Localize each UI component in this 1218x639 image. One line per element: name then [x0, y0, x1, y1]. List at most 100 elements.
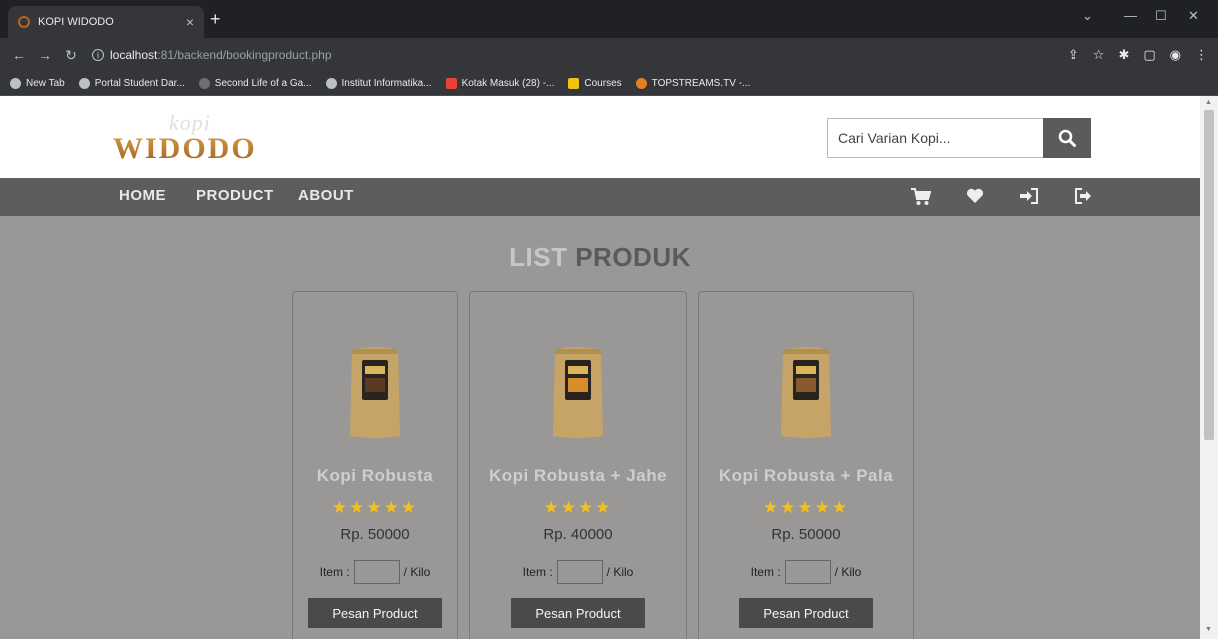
login-icon[interactable] [1019, 188, 1039, 204]
quantity-label: Item : [522, 565, 553, 579]
tab-search-icon[interactable]: ⌄ [1082, 8, 1093, 24]
logo-widodo-text: WIDODO [113, 132, 257, 165]
tab-close-icon[interactable]: × [186, 14, 194, 30]
address-bar: ← → ↻ i localhost:81/backend/bookingprod… [0, 38, 1218, 72]
bookmark-item[interactable]: Portal Student Dar... [78, 78, 185, 89]
rating-stars: ★★★★★ [762, 498, 850, 517]
bookmark-label: Portal Student Dar... [94, 78, 185, 89]
url-path: :81/backend/bookingproduct.php [157, 48, 332, 62]
logout-icon[interactable] [1074, 188, 1094, 204]
product-price: Rp. 40000 [543, 526, 613, 543]
classroom-icon [568, 78, 580, 89]
quantity-row: Item : / Kilo [699, 560, 913, 584]
bookmark-label: Kotak Masuk (28) -... [461, 78, 555, 89]
product-name: Kopi Robusta + Jahe [488, 466, 668, 485]
site-info-icon[interactable]: i [92, 49, 104, 61]
quantity-input[interactable] [556, 560, 603, 584]
product-price: Rp. 50000 [771, 526, 841, 543]
bookmarks-bar: New Tab Portal Student Dar... Second Lif… [0, 72, 1218, 96]
product-card: Kopi Robusta + Jahe ★★★★ Rp. 40000 Item … [469, 291, 687, 639]
search-button[interactable] [1043, 118, 1091, 158]
browser-tab-bar: KOPI WIDODO × + ⌄ — ☐ ✕ [0, 0, 1218, 38]
site-logo[interactable]: kopi WIDODO [113, 110, 273, 166]
profile-icon[interactable]: ◉ [1170, 47, 1181, 63]
extensions-icon[interactable]: ✱ [1118, 47, 1129, 63]
search-icon [1058, 129, 1076, 147]
quantity-input[interactable] [784, 560, 831, 584]
forward-icon[interactable]: → [38, 47, 52, 63]
quantity-label: Item : [319, 565, 350, 579]
order-product-button[interactable]: Pesan Product [739, 598, 873, 628]
unit-label: / Kilo [403, 565, 431, 579]
product-card: Kopi Robusta + Pala ★★★★★ Rp. 50000 Item… [698, 291, 914, 639]
page-scrollbar[interactable]: ▲ ▼ [1200, 96, 1218, 639]
unit-label: / Kilo [834, 565, 862, 579]
product-card: Kopi Robusta ★★★★★ Rp. 50000 Item : / Ki… [292, 291, 458, 639]
scroll-up-icon[interactable]: ▲ [1205, 99, 1212, 106]
url-host: localhost [110, 48, 158, 62]
menu-icon[interactable]: ⋮ [1195, 47, 1208, 63]
bookmark-label: New Tab [26, 78, 65, 89]
page-icon [198, 78, 210, 89]
topstreams-icon [635, 78, 647, 89]
quantity-row: Item : / Kilo [293, 560, 457, 584]
close-window-icon[interactable]: ✕ [1188, 8, 1199, 24]
nav-about[interactable]: ABOUT [298, 187, 354, 204]
product-name: Kopi Robusta + Pala [718, 466, 894, 485]
scroll-down-icon[interactable]: ▼ [1205, 626, 1212, 633]
rating-stars: ★★★★ [543, 498, 613, 517]
bookmark-item[interactable]: Institut Informatika... [325, 78, 432, 89]
bookmark-item[interactable]: Kotak Masuk (28) -... [445, 78, 555, 89]
title-produk: PRODUK [575, 242, 691, 272]
nav-product[interactable]: PRODUCT [196, 187, 274, 204]
order-product-button[interactable]: Pesan Product [511, 598, 645, 628]
globe-icon [10, 78, 21, 89]
globe-icon [325, 78, 337, 89]
order-product-button[interactable]: Pesan Product [308, 598, 442, 628]
bookmark-label: Institut Informatika... [341, 78, 432, 89]
maximize-icon[interactable]: ☐ [1155, 8, 1167, 24]
search-input[interactable] [827, 118, 1043, 158]
bookmark-item[interactable]: Second Life of a Ga... [198, 78, 312, 89]
heart-icon[interactable] [966, 188, 984, 204]
bookmark-item[interactable]: New Tab [10, 78, 65, 89]
back-icon[interactable]: ← [12, 47, 26, 63]
bookmark-label: Second Life of a Ga... [214, 78, 312, 89]
quantity-input[interactable] [353, 560, 400, 584]
tab-title: KOPI WIDODO [38, 16, 114, 28]
bookmark-item[interactable]: TOPSTREAMS.TV -... [635, 78, 751, 89]
new-tab-icon[interactable]: + [210, 10, 221, 28]
bookmark-star-icon[interactable]: ☆ [1093, 47, 1105, 63]
globe-icon [78, 78, 90, 89]
tab-favicon-icon [18, 16, 30, 28]
product-name: Kopi Robusta [316, 466, 434, 485]
side-panel-icon[interactable]: ▢ [1143, 47, 1155, 63]
coffee-pouch-image [350, 347, 400, 438]
minimize-icon[interactable]: — [1124, 8, 1137, 23]
scrollbar-thumb[interactable] [1204, 110, 1214, 440]
search-form [827, 118, 1091, 158]
rating-stars: ★★★★★ [331, 498, 419, 517]
bookmark-label: Courses [584, 78, 622, 89]
product-price: Rp. 50000 [340, 526, 410, 543]
cart-icon[interactable] [911, 188, 931, 206]
main-navbar: HOME PRODUCT ABOUT [0, 178, 1200, 216]
unit-label: / Kilo [606, 565, 634, 579]
reload-icon[interactable]: ↻ [64, 47, 78, 64]
quantity-row: Item : / Kilo [470, 560, 686, 584]
gmail-icon [445, 78, 457, 89]
title-list: LIST [509, 242, 568, 272]
page-title: LIST PRODUK [0, 242, 1200, 273]
nav-home[interactable]: HOME [119, 187, 166, 204]
browser-tab[interactable]: KOPI WIDODO × [8, 6, 204, 38]
url-field[interactable]: i localhost:81/backend/bookingproduct.ph… [92, 48, 332, 62]
share-icon[interactable]: ⇪ [1068, 47, 1079, 63]
quantity-label: Item : [750, 565, 781, 579]
bookmark-item[interactable]: Courses [568, 78, 622, 89]
bookmark-label: TOPSTREAMS.TV -... [651, 78, 751, 89]
coffee-pouch-image [553, 347, 603, 438]
coffee-pouch-image [781, 347, 831, 438]
address-bar-actions: ⇪ ☆ ✱ ▢ ◉ ⋮ [1068, 38, 1208, 72]
web-page: kopi WIDODO HOME PRODUCT ABOUT [0, 96, 1218, 639]
site-header: kopi WIDODO [0, 96, 1200, 178]
